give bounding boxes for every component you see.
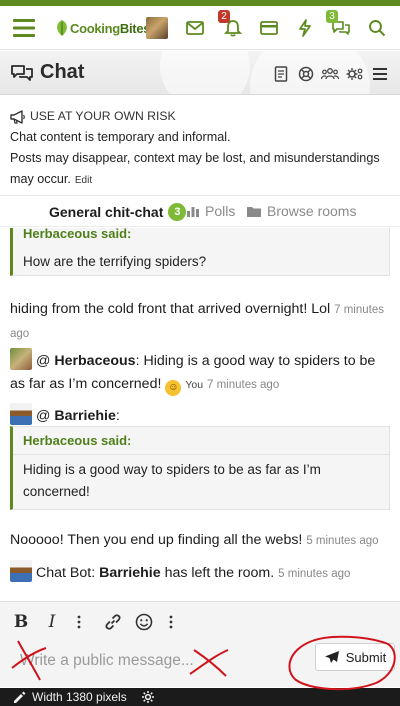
tab-label: Browse rooms — [267, 203, 357, 219]
notice-heading: USE AT YOUR OWN RISK — [10, 106, 390, 127]
search-icon[interactable] — [363, 14, 391, 42]
avatar[interactable] — [10, 560, 32, 582]
chat-message: hiding from the cold front that arrived … — [10, 298, 390, 346]
chat-message: @ Herbaceous: Hiding is a good way to sp… — [10, 348, 390, 397]
mention-at: @ — [36, 408, 51, 424]
user-avatar[interactable] — [146, 17, 168, 39]
mention-name[interactable]: Herbaceous — [54, 353, 135, 369]
more-options-icon[interactable] — [164, 612, 178, 632]
submit-button[interactable]: Submit — [315, 643, 395, 671]
rules-icon[interactable] — [272, 65, 290, 83]
settings-icon[interactable] — [346, 65, 364, 83]
message-text: Nooooo! Then you end up finding all the … — [10, 532, 303, 548]
tab-count-badge: 3 — [168, 203, 187, 221]
chat-icon[interactable]: 3 — [326, 10, 355, 42]
tab-label: Polls — [205, 203, 236, 219]
italic-button[interactable]: I — [44, 612, 60, 632]
site-header: CookingBites 2 3 — [0, 6, 400, 50]
avatar[interactable] — [10, 403, 32, 425]
chat-message: Nooooo! Then you end up finding all the … — [10, 529, 390, 553]
megaphone-icon — [10, 109, 25, 124]
submit-label: Submit — [345, 649, 387, 665]
quote-author: Herbaceous said: — [23, 228, 132, 241]
message-time: 5 minutes ago — [278, 568, 351, 580]
page-title-text: Chat — [40, 61, 85, 83]
quote-block: Herbaceous said: How are the terrifying … — [10, 228, 390, 276]
list-icon[interactable] — [371, 65, 389, 83]
notice-heading-text: USE AT YOUR OWN RISK — [30, 109, 176, 123]
members-icon[interactable] — [321, 65, 339, 83]
quote-body: Hiding is a good way to spiders to be as… — [23, 462, 321, 499]
link-icon[interactable] — [103, 612, 123, 632]
bot-label: Chat Bot: — [36, 565, 96, 581]
notice-line-1: Chat content is temporary and informal. — [10, 130, 231, 144]
mention-at: @ — [36, 353, 51, 369]
mention-name[interactable]: Barriehie — [54, 408, 116, 424]
page-title: Chat — [10, 61, 84, 84]
bold-button[interactable]: B — [12, 612, 30, 632]
message-text: has left the room. — [164, 565, 275, 581]
chat-bubbles-icon — [11, 64, 33, 81]
you-label: You — [185, 379, 204, 391]
page-title-bar: Chat — [0, 51, 400, 95]
emoji-icon[interactable] — [134, 612, 154, 632]
quote-author: Herbaceous said: — [13, 427, 389, 455]
bell-icon[interactable]: 2 — [218, 10, 247, 42]
avatar[interactable] — [10, 348, 32, 370]
width-footer: Width 1380 pixels — [0, 688, 400, 706]
tab-label: General chit-chat — [49, 204, 164, 220]
gear-icon[interactable] — [141, 690, 155, 704]
site-logo[interactable]: CookingBites — [54, 16, 151, 40]
message-time: 7 minutes ago — [206, 379, 280, 391]
tab-general-chit-chat[interactable]: General chit-chat 3 — [49, 203, 187, 221]
more-options-icon[interactable] — [72, 612, 86, 632]
chat-message: Chat Bot: Barriehie has left the room. 5… — [10, 560, 390, 586]
chat-message: @ Barriehie: — [10, 403, 390, 428]
quote-body: How are the terrifying spiders? — [23, 254, 207, 269]
message-input[interactable]: Write a public message... — [20, 652, 194, 670]
tab-browse-rooms[interactable]: Browse rooms — [246, 203, 356, 219]
alerts-badge: 2 — [218, 10, 230, 23]
chat-notice: USE AT YOUR OWN RISK Chat content is tem… — [0, 96, 400, 196]
room-tabs: General chit-chat 3 Polls Browse rooms — [0, 197, 400, 227]
message-text: : — [115, 408, 120, 424]
width-text: Width 1380 pixels — [32, 690, 127, 704]
paper-plane-icon — [324, 651, 339, 663]
chat-messages: Herbaceous said: How are the terrifying … — [0, 228, 400, 600]
notice-line-2-text: Posts may disappear, context may be lost… — [10, 151, 380, 186]
bar-chart-icon — [187, 206, 199, 217]
laughing-emoji-icon: ☺ — [165, 380, 182, 396]
leaf-logo-icon — [57, 20, 67, 36]
folder-icon — [247, 206, 261, 217]
message-text: hiding from the cold front that arrived … — [10, 301, 331, 317]
notice-line-2: Posts may disappear, context may be lost… — [10, 148, 390, 191]
tab-polls[interactable]: Polls — [186, 203, 235, 219]
conversations-badge: 3 — [326, 10, 338, 23]
decor-bubble — [160, 51, 250, 94]
mention-name[interactable]: Barriehie — [99, 565, 161, 581]
logo-text: CookingBites — [70, 20, 151, 36]
menu-icon[interactable] — [10, 14, 38, 42]
edit-link[interactable]: Edit — [75, 175, 92, 186]
message-time: 5 minutes ago — [306, 535, 379, 547]
pencil-icon — [14, 691, 26, 703]
help-icon[interactable] — [297, 65, 315, 83]
card-icon[interactable] — [255, 14, 283, 42]
quote-block: Herbaceous said: Hiding is a good way to… — [10, 426, 390, 510]
bolt-icon[interactable] — [291, 14, 319, 42]
mail-icon[interactable] — [181, 14, 209, 42]
